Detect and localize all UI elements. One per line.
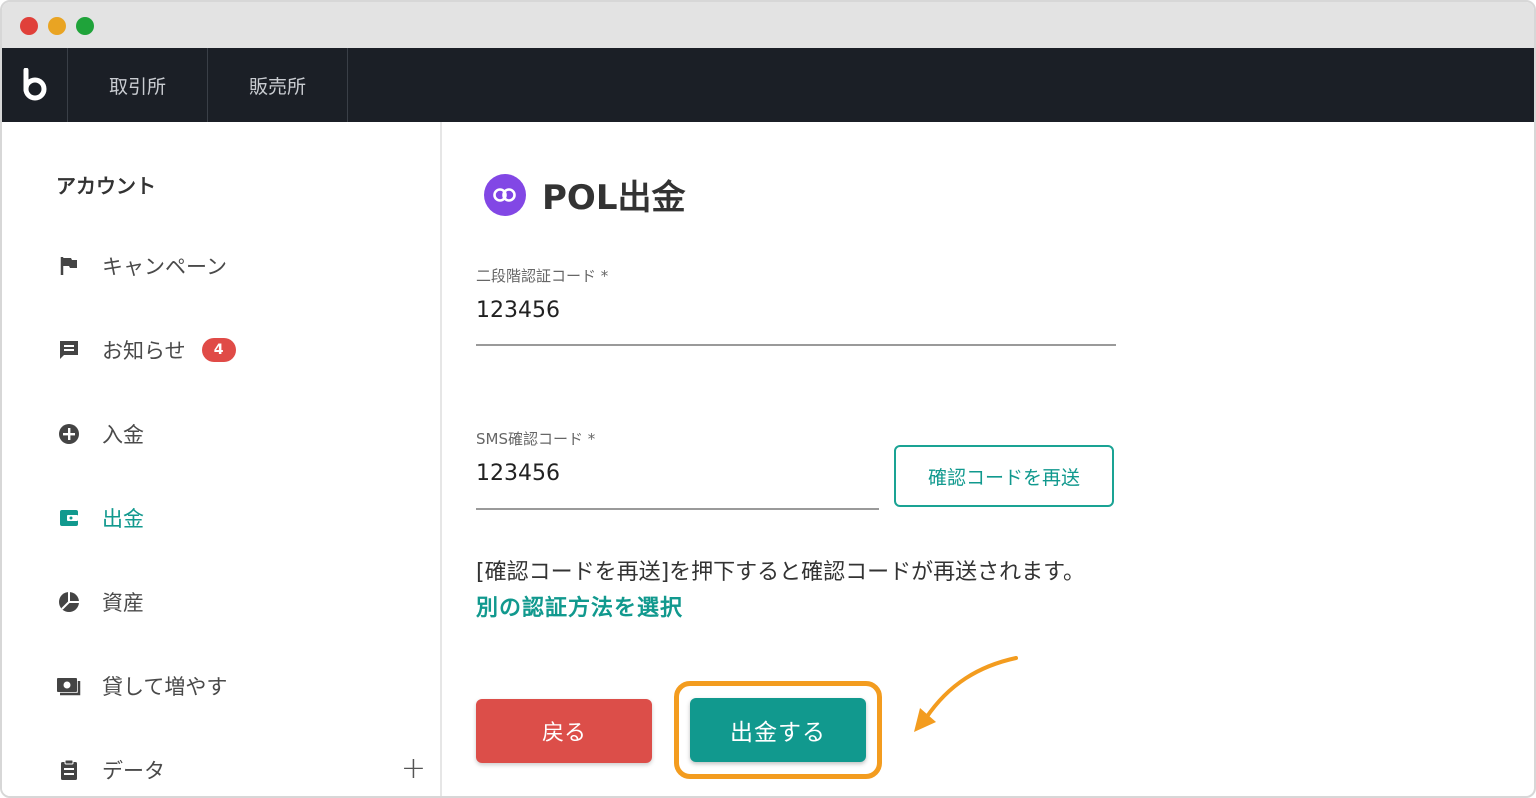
sms-input-underline (476, 508, 879, 510)
flag-icon (56, 253, 82, 279)
plus-circle-icon (56, 421, 82, 447)
browser-window: 取引所 販売所 アカウント キャンペーン お知らせ 4 入金 出金 資産 貸して… (0, 0, 1536, 798)
expand-plus-icon[interactable]: + (401, 751, 426, 786)
sidebar-heading: アカウント (56, 174, 156, 198)
back-button[interactable]: 戻る (476, 699, 652, 763)
sidebar-item-label: キャンペーン (102, 255, 227, 279)
window-titlebar (2, 2, 1534, 48)
cash-icon (56, 673, 82, 699)
withdraw-submit-button[interactable]: 出金する (690, 698, 866, 762)
sidebar-item-deposit[interactable]: 入金 (56, 417, 426, 451)
twofa-field-label: 二段階認証コード * (476, 267, 609, 285)
sms-code-input[interactable]: 123456 (476, 461, 560, 486)
nav-tab-broker[interactable]: 販売所 (208, 48, 348, 122)
sidebar-item-label: 資産 (102, 591, 144, 615)
alternate-auth-link[interactable]: 別の認証方法を選択 (476, 590, 683, 622)
sidebar-item-withdraw[interactable]: 出金 (56, 501, 426, 535)
sidebar: アカウント キャンペーン お知らせ 4 入金 出金 資産 貸して増やす データ … (2, 122, 442, 796)
main-content: POL出金 二段階認証コード * 123456 SMS確認コード * 12345… (444, 122, 1534, 796)
twofa-input-underline (476, 344, 1116, 346)
bitbank-logo-icon[interactable] (2, 48, 68, 122)
sidebar-item-news[interactable]: お知らせ 4 (56, 333, 426, 367)
sidebar-item-campaign[interactable]: キャンペーン (56, 249, 426, 283)
sms-field-label: SMS確認コード * (476, 430, 596, 448)
pie-chart-icon (56, 589, 82, 615)
twofa-code-input[interactable]: 123456 (476, 298, 560, 323)
close-window-button[interactable] (20, 17, 38, 35)
polygon-icon (484, 173, 526, 216)
page-header: POL出金 (484, 170, 686, 219)
pointer-arrow-icon (914, 656, 1018, 732)
sidebar-item-assets[interactable]: 資産 (56, 585, 426, 619)
top-navigation: 取引所 販売所 (2, 48, 1534, 122)
sidebar-item-label: お知らせ (102, 339, 186, 363)
clipboard-icon (56, 757, 82, 783)
nav-tab-exchange[interactable]: 取引所 (68, 48, 208, 122)
maximize-window-button[interactable] (76, 17, 94, 35)
resend-help-text: [確認コードを再送]を押下すると確認コードが再送されます。 (476, 560, 1085, 585)
sidebar-item-label: データ (102, 759, 165, 783)
sidebar-item-label: 貸して増やす (102, 675, 228, 699)
message-icon (56, 337, 82, 363)
sidebar-item-data[interactable]: データ + (56, 751, 426, 787)
minimize-window-button[interactable] (48, 17, 66, 35)
resend-code-button[interactable]: 確認コードを再送 (894, 445, 1114, 507)
wallet-icon (56, 505, 82, 531)
unread-count-badge: 4 (201, 338, 236, 362)
sidebar-item-lending[interactable]: 貸して増やす (56, 669, 426, 703)
sidebar-item-label: 出金 (102, 507, 144, 531)
sidebar-item-label: 入金 (102, 423, 144, 447)
page-title: POL出金 (542, 178, 686, 218)
